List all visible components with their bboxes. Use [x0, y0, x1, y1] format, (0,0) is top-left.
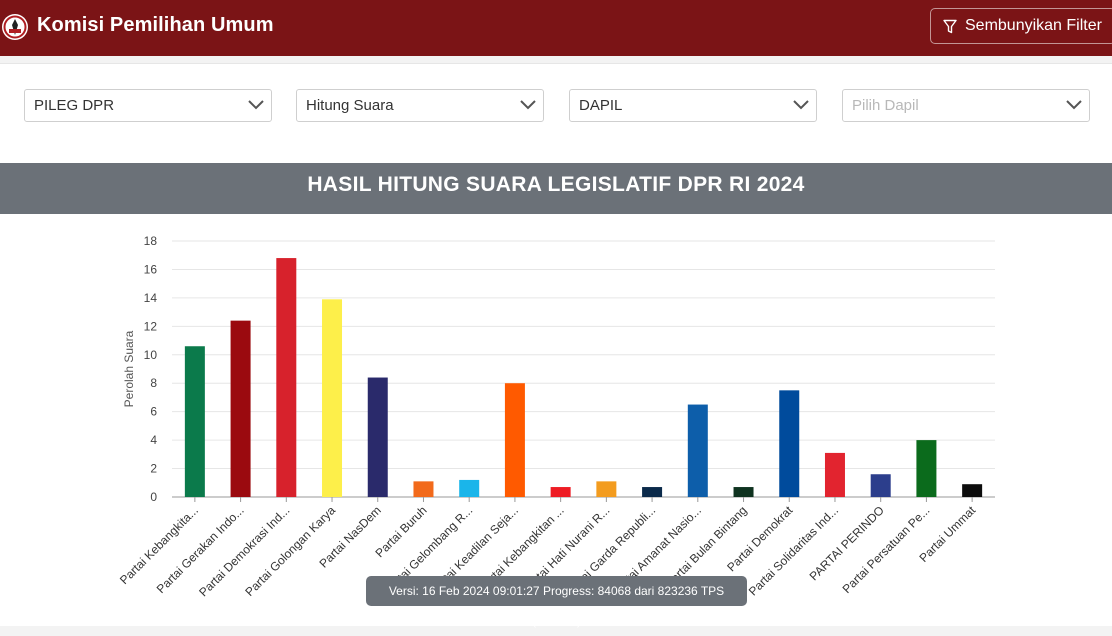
chevron-down-icon	[520, 100, 536, 110]
y-tick-label: 6	[150, 405, 157, 419]
hide-filter-button[interactable]: Sembunyikan Filter	[930, 8, 1112, 44]
bar-chart: 0 2 4 6 8 10 12 14 16 18 Perolah Suara Partai Keban…	[117, 234, 995, 599]
bar	[322, 299, 343, 497]
y-tick-label: 14	[144, 291, 158, 305]
y-tick-label: 4	[150, 433, 157, 447]
election-type-select[interactable]: PILEG DPR	[24, 89, 272, 122]
bar	[184, 346, 205, 497]
x-tick-label: Partai Demokrasi Ind...	[196, 503, 292, 599]
chart-title: HASIL HITUNG SUARA LEGISLATIF DPR RI 202…	[307, 173, 805, 196]
dapil-placeholder: Pilih Dapil	[852, 97, 919, 114]
y-tick-label: 12	[144, 319, 158, 333]
bar	[550, 487, 571, 497]
bar	[687, 404, 708, 497]
chart-title-bar: HASIL HITUNG SUARA LEGISLATIF DPR RI 202…	[0, 163, 1112, 214]
bar	[459, 479, 480, 497]
chevron-down-icon	[793, 100, 809, 110]
x-tick-label: Partai Golongan Karya	[242, 503, 338, 599]
x-tick-label: Partai Persatuan Pe...	[840, 503, 933, 596]
bar	[779, 390, 800, 497]
bar	[596, 481, 617, 497]
app-title: Komisi Pemilihan Umum	[37, 14, 274, 36]
count-type-select[interactable]: Hitung Suara	[296, 89, 544, 122]
bar	[916, 440, 937, 497]
y-tick-label: 0	[150, 490, 157, 504]
y-tick-label: 2	[150, 462, 157, 476]
bar	[413, 481, 434, 497]
hide-filter-label: Sembunyikan Filter	[965, 17, 1102, 34]
region-level-value: DAPIL	[579, 97, 623, 114]
y-tick-label: 16	[144, 262, 158, 276]
bar	[367, 377, 388, 497]
chevron-down-icon	[1066, 100, 1082, 110]
bar	[733, 487, 754, 497]
bar	[230, 320, 251, 497]
bar	[962, 484, 983, 497]
bar	[504, 383, 525, 497]
chevron-down-icon	[248, 100, 264, 110]
x-tick-label: Partai Kebangkita...	[117, 503, 201, 587]
bar	[642, 487, 663, 497]
election-type-value: PILEG DPR	[34, 97, 115, 114]
y-tick-label: 8	[150, 376, 157, 390]
dapil-select[interactable]: Pilih Dapil	[842, 89, 1090, 122]
region-level-select[interactable]: DAPIL	[569, 89, 817, 122]
bar	[824, 452, 845, 497]
kpu-logo	[2, 14, 28, 40]
chart-area: 0 2 4 6 8 10 12 14 16 18 Perolah Suara Partai Keban…	[0, 214, 1112, 626]
x-tick-label: Partai Solidaritas Ind...	[746, 503, 841, 598]
y-axis-label: Perolah Suara	[122, 330, 136, 407]
y-tick-label: 10	[144, 348, 158, 362]
bar	[870, 474, 891, 497]
y-tick-label: 18	[144, 234, 158, 248]
x-tick-label: Partai Gerakan Indo...	[154, 503, 247, 596]
count-type-value: Hitung Suara	[306, 97, 394, 114]
bar	[276, 258, 297, 497]
top-bar: Komisi Pemilihan Umum Sembunyikan Filter	[0, 0, 1112, 56]
filter-icon	[943, 19, 957, 33]
version-progress-tooltip: Versi: 16 Feb 2024 09:01:27 Progress: 84…	[366, 576, 747, 628]
